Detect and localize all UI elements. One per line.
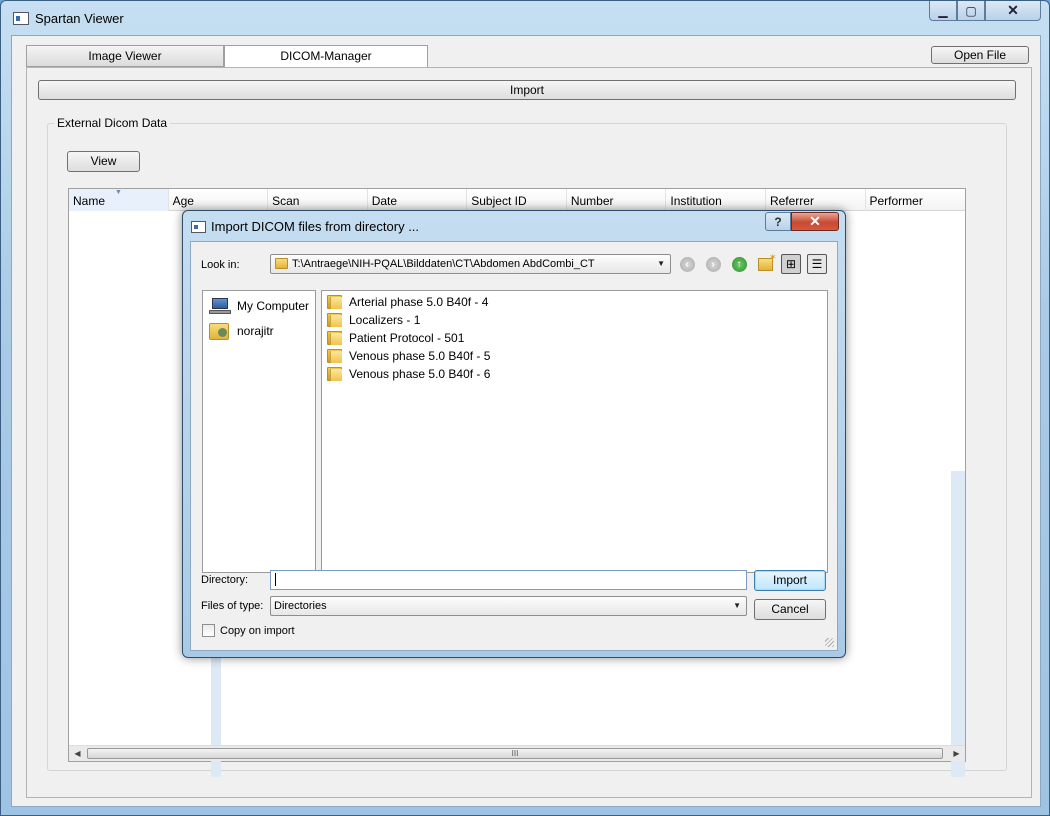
tab-image-viewer[interactable]: Image Viewer	[26, 45, 224, 67]
copy-on-import-label: Copy on import	[220, 624, 295, 637]
title-bar[interactable]: Spartan Viewer ▁ ▢ ✕	[1, 1, 1049, 35]
resize-grip-icon[interactable]	[825, 638, 834, 647]
list-mode-icon: ⊞	[781, 254, 801, 274]
sidebar-item-label: My Computer	[237, 299, 310, 313]
cancel-button[interactable]: Cancel	[754, 599, 826, 620]
checkbox-icon[interactable]	[202, 624, 215, 637]
user-folder-icon	[209, 320, 231, 342]
look-in-label: Look in:	[201, 259, 240, 271]
sidebar-item-norajitr[interactable]: norajitr	[209, 320, 274, 342]
computer-icon	[209, 297, 231, 315]
new-folder-button[interactable]	[755, 252, 776, 274]
horizontal-scrollbar[interactable]: ◀ III ▶	[69, 745, 965, 761]
file-type-label: Files of type:	[201, 600, 264, 612]
list-item[interactable]: Localizers - 1	[327, 311, 420, 329]
column-header-subject-id[interactable]: Subject ID	[467, 189, 567, 211]
folder-icon	[327, 295, 342, 309]
open-file-button[interactable]: Open File	[931, 46, 1029, 64]
forward-arrow-icon: ›	[705, 256, 721, 272]
column-header-number[interactable]: Number	[567, 189, 667, 211]
scroll-right-icon[interactable]: ▶	[948, 746, 965, 762]
import-dialog: Import DICOM files from directory ... ? …	[182, 210, 846, 658]
column-header-institution[interactable]: Institution	[666, 189, 766, 211]
back-arrow-icon: ‹	[679, 256, 695, 272]
table-header: ▼ Name Age Scan Date Subject ID Number I…	[69, 189, 965, 211]
group-title: External Dicom Data	[54, 116, 171, 130]
help-button[interactable]: ?	[765, 212, 791, 231]
parent-dir-button[interactable]: ↑	[729, 254, 749, 274]
dialog-import-button[interactable]: Import	[754, 570, 826, 591]
directory-input[interactable]	[270, 570, 747, 590]
view-button[interactable]: View	[67, 151, 140, 172]
minimize-button[interactable]: ▁	[929, 1, 957, 21]
scroll-thumb[interactable]: III	[87, 748, 943, 759]
tab-dicom-manager[interactable]: DICOM-Manager	[224, 45, 428, 68]
detail-mode-icon: ☰	[807, 254, 827, 274]
window-title: Spartan Viewer	[35, 11, 124, 26]
column-header-date[interactable]: Date	[368, 189, 468, 211]
directory-label: Directory:	[201, 574, 249, 586]
list-item[interactable]: Venous phase 5.0 B40f - 5	[327, 347, 490, 365]
file-type-combo[interactable]: Directories ▼	[270, 596, 747, 616]
list-mode-button[interactable]: ⊞	[781, 254, 801, 274]
selection-strip-right	[951, 471, 965, 777]
dialog-app-icon	[191, 221, 206, 233]
list-item[interactable]: Arterial phase 5.0 B40f - 4	[327, 293, 488, 311]
list-item[interactable]: Patient Protocol - 501	[327, 329, 464, 347]
scroll-left-icon[interactable]: ◀	[69, 746, 86, 762]
file-type-value: Directories	[274, 600, 327, 612]
copy-on-import-checkbox[interactable]: Copy on import	[202, 624, 295, 637]
folder-icon	[327, 313, 342, 327]
sidebar-item-my-computer[interactable]: My Computer	[209, 295, 309, 317]
close-button[interactable]: ✕	[985, 1, 1041, 21]
folder-icon	[275, 258, 288, 269]
folder-icon	[327, 349, 342, 363]
sort-indicator-icon: ▼	[115, 189, 122, 196]
look-in-path: T:\Antraege\NIH-PQAL\Bilddaten\CT\Abdome…	[292, 258, 595, 270]
caption-buttons: ▁ ▢ ✕	[929, 1, 1041, 21]
chevron-down-icon: ▼	[733, 601, 741, 610]
dialog-title: Import DICOM files from directory ...	[211, 219, 420, 234]
forward-button[interactable]: ›	[703, 254, 723, 274]
back-button[interactable]: ‹	[677, 254, 697, 274]
folder-icon	[327, 331, 342, 345]
file-list: Arterial phase 5.0 B40f - 4 Localizers -…	[321, 290, 828, 573]
new-folder-icon	[757, 252, 776, 271]
column-header-performer[interactable]: Performer	[866, 189, 966, 211]
list-item[interactable]: Venous phase 5.0 B40f - 6	[327, 365, 490, 383]
column-header-age[interactable]: Age	[169, 189, 269, 211]
sidebar-item-label: norajitr	[237, 324, 274, 338]
import-button[interactable]: Import	[38, 80, 1016, 100]
column-header-referrer[interactable]: Referrer	[766, 189, 866, 211]
dialog-body: Look in: T:\Antraege\NIH-PQAL\Bilddaten\…	[190, 241, 838, 651]
folder-icon	[327, 367, 342, 381]
maximize-button[interactable]: ▢	[957, 1, 985, 21]
dialog-close-button[interactable]: ✕	[791, 212, 839, 231]
column-header-scan[interactable]: Scan	[268, 189, 368, 211]
detail-mode-button[interactable]: ☰	[807, 254, 827, 274]
app-icon	[13, 12, 29, 25]
up-arrow-icon: ↑	[731, 256, 747, 272]
column-header-name[interactable]: ▼ Name	[69, 189, 169, 211]
places-sidebar: My Computer norajitr	[202, 290, 316, 573]
look-in-combo[interactable]: T:\Antraege\NIH-PQAL\Bilddaten\CT\Abdome…	[270, 254, 671, 274]
chevron-down-icon: ▼	[657, 259, 665, 268]
text-caret	[275, 573, 276, 586]
